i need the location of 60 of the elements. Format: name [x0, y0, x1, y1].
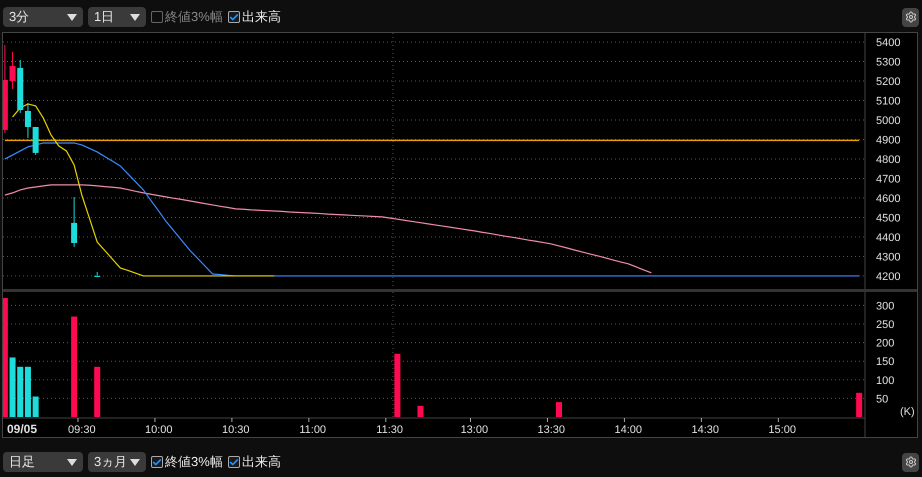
checkbox[interactable]: [151, 456, 163, 468]
volume-bar: [556, 402, 562, 417]
volume-bar: [856, 392, 862, 417]
caret-icon: [67, 14, 77, 20]
axis-label: 13:30: [538, 424, 566, 436]
axis-label: 09:30: [68, 424, 96, 436]
settings-button[interactable]: [902, 452, 919, 472]
axis-label: 4300: [876, 251, 900, 264]
dropdown[interactable]: 日足: [3, 452, 83, 472]
checkbox-option[interactable]: 終値3%幅: [151, 7, 223, 27]
settings-icon: [904, 11, 916, 23]
checkbox-option[interactable]: 終値3%幅: [151, 452, 223, 472]
checkbox[interactable]: [151, 11, 163, 23]
dropdown[interactable]: 3分: [3, 7, 83, 27]
axis-label: 100: [876, 374, 894, 387]
axis-label: 4900: [876, 134, 900, 146]
volume-bar: [32, 396, 39, 417]
axis-label: 4600: [876, 192, 900, 205]
axis-label: 4200: [876, 270, 900, 283]
axis-label: 4800: [876, 154, 900, 166]
volume-bar: [417, 406, 424, 417]
caret-icon: [67, 458, 77, 466]
axis-label: 10:00: [145, 424, 173, 436]
axis-label: 5300: [876, 56, 900, 68]
axis-label: 250: [876, 319, 894, 331]
dropdown[interactable]: 3ヵ月: [88, 452, 146, 472]
axis-label: 11:00: [299, 424, 326, 436]
axis-label: 4700: [876, 173, 900, 186]
caret-icon: [130, 458, 140, 466]
settings-button[interactable]: [902, 8, 919, 26]
axis-label: 5000: [876, 114, 900, 127]
axis-label: 200: [876, 338, 894, 350]
axis-label: 13:00: [460, 424, 488, 436]
volume-bar: [394, 354, 400, 417]
dropdown[interactable]: 1日: [88, 7, 146, 27]
axis-label: 10:30: [222, 424, 250, 436]
axis-label: 50: [876, 393, 888, 406]
caret-icon: [130, 14, 140, 20]
candlestick: [71, 196, 78, 248]
axis-label: 14:00: [614, 424, 642, 436]
axis-label: 4500: [876, 212, 900, 224]
checkbox[interactable]: [228, 456, 240, 468]
axis-label: 11:30: [376, 424, 404, 436]
checkbox[interactable]: [228, 11, 240, 23]
axis-label: 150: [876, 356, 894, 368]
axis-label: 14:30: [691, 424, 719, 436]
settings-icon: [904, 456, 916, 468]
checkbox-option[interactable]: 出来高: [228, 7, 281, 27]
checkbox-option[interactable]: 出来高: [228, 452, 281, 472]
axis-label: 300: [876, 300, 894, 312]
volume-bar: [94, 366, 100, 417]
axis-label: 15:00: [768, 424, 796, 436]
axis-label: 5100: [876, 95, 900, 108]
axis-label: 5200: [876, 76, 900, 88]
candlestick: [94, 272, 100, 277]
unit-label: (K): [900, 406, 915, 418]
candlestick: [32, 126, 39, 156]
axis-label: 4400: [876, 232, 900, 244]
axis-label: 5400: [876, 36, 900, 49]
date-label: 09/05: [7, 422, 38, 436]
